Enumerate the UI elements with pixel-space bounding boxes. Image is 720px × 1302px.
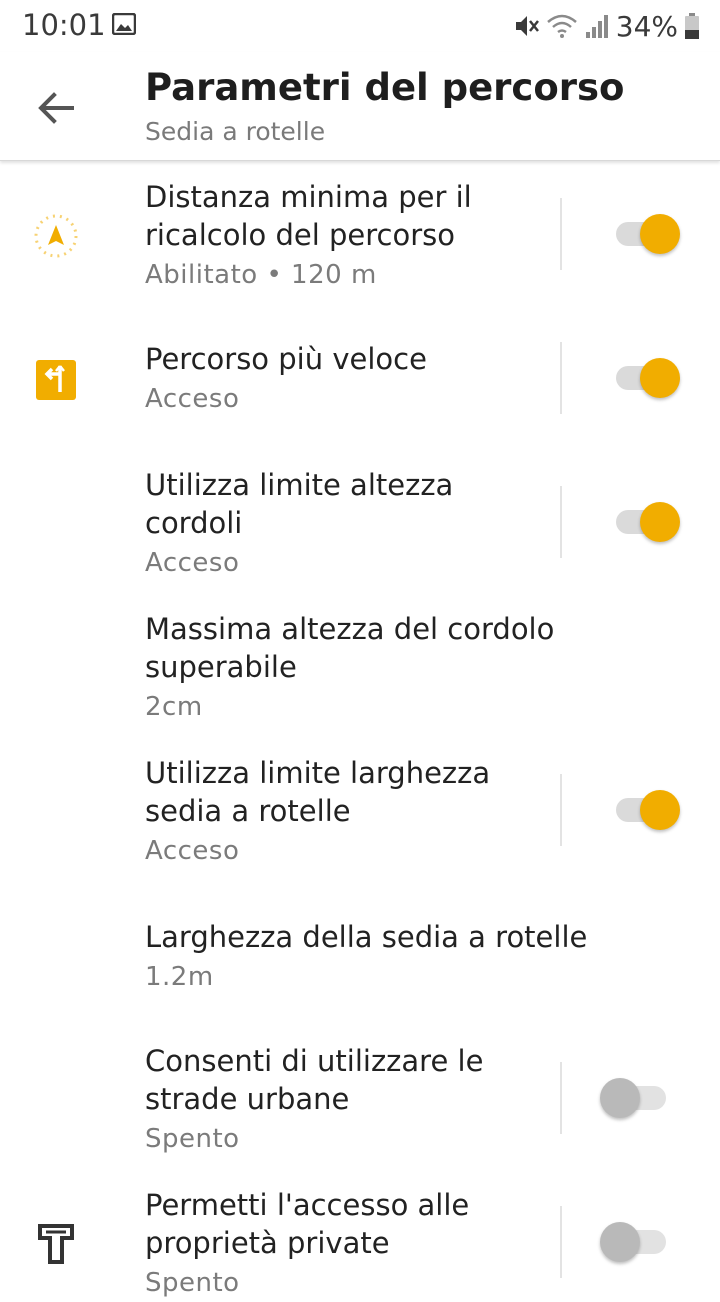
fastest-route-icon: [36, 360, 76, 400]
toggle-switch[interactable]: [600, 210, 682, 258]
battery-icon: [685, 13, 699, 39]
setting-title: Permetti l'accesso alle proprietà privat…: [145, 1188, 470, 1260]
setting-fastest-route[interactable]: Percorso più veloce Acceso: [0, 340, 720, 420]
setting-summary: Acceso: [145, 384, 240, 414]
setting-title: Massima altezza del cordolo superabile: [145, 612, 555, 684]
mute-icon: [515, 16, 539, 36]
setting-summary: 2cm: [145, 692, 203, 722]
page-title: Parametri del percorso: [145, 66, 625, 109]
battery-level: 34%: [615, 9, 678, 43]
setting-title: Utilizza limite larghezza sedia a rotell…: [145, 756, 491, 828]
setting-private-property-access[interactable]: Permetti l'accesso alle proprietà privat…: [0, 1186, 720, 1298]
page-subtitle: Sedia a rotelle: [145, 117, 326, 146]
setting-wheelchair-width[interactable]: Larghezza della sedia a rotelle 1.2m: [0, 918, 720, 998]
back-arrow-icon[interactable]: [32, 84, 80, 132]
toggle-switch[interactable]: [600, 1218, 682, 1266]
toggle-switch[interactable]: [600, 498, 682, 546]
status-icons: 34%: [512, 8, 700, 44]
setting-title: Utilizza limite altezza cordoli: [145, 468, 454, 540]
status-time: 10:01: [22, 8, 106, 42]
divider: [560, 1062, 562, 1134]
divider: [560, 486, 562, 558]
setting-urban-roads[interactable]: Consenti di utilizzare le strade urbane …: [0, 1042, 720, 1160]
setting-summary: Spento: [145, 1268, 240, 1298]
setting-title: Consenti di utilizzare le strade urbane: [145, 1044, 484, 1116]
image-notification-icon: [112, 13, 136, 35]
setting-summary: Acceso: [145, 548, 240, 578]
setting-title: Distanza minima per il ricalcolo del per…: [145, 180, 472, 252]
setting-max-curb-height[interactable]: Massima altezza del cordolo superabile 2…: [0, 610, 720, 728]
setting-curb-height-limit[interactable]: Utilizza limite altezza cordoli Acceso: [0, 466, 720, 584]
setting-title: Larghezza della sedia a rotelle: [145, 920, 588, 954]
wifi-icon: [546, 14, 577, 38]
divider: [560, 1206, 562, 1278]
setting-summary: Abilitato • 120 m: [145, 260, 377, 290]
setting-summary: Spento: [145, 1124, 240, 1154]
setting-summary: 1.2m: [145, 962, 214, 992]
private-property-icon: [38, 1224, 74, 1264]
navigation-arrow-icon: [34, 214, 78, 258]
setting-title: Percorso più veloce: [145, 342, 427, 376]
toggle-switch[interactable]: [600, 786, 682, 834]
divider: [560, 342, 562, 414]
signal-icon: [585, 15, 608, 38]
divider: [560, 198, 562, 270]
app-bar: Parametri del percorso Sedia a rotelle: [0, 52, 720, 161]
setting-wheelchair-width-limit[interactable]: Utilizza limite larghezza sedia a rotell…: [0, 754, 720, 872]
toggle-switch[interactable]: [600, 354, 682, 402]
divider: [560, 774, 562, 846]
setting-recalculation-distance[interactable]: Distanza minima per il ricalcolo del per…: [0, 178, 720, 298]
status-bar: 10:01 34%: [0, 0, 720, 52]
toggle-switch[interactable]: [600, 1074, 682, 1122]
setting-summary: Acceso: [145, 836, 240, 866]
